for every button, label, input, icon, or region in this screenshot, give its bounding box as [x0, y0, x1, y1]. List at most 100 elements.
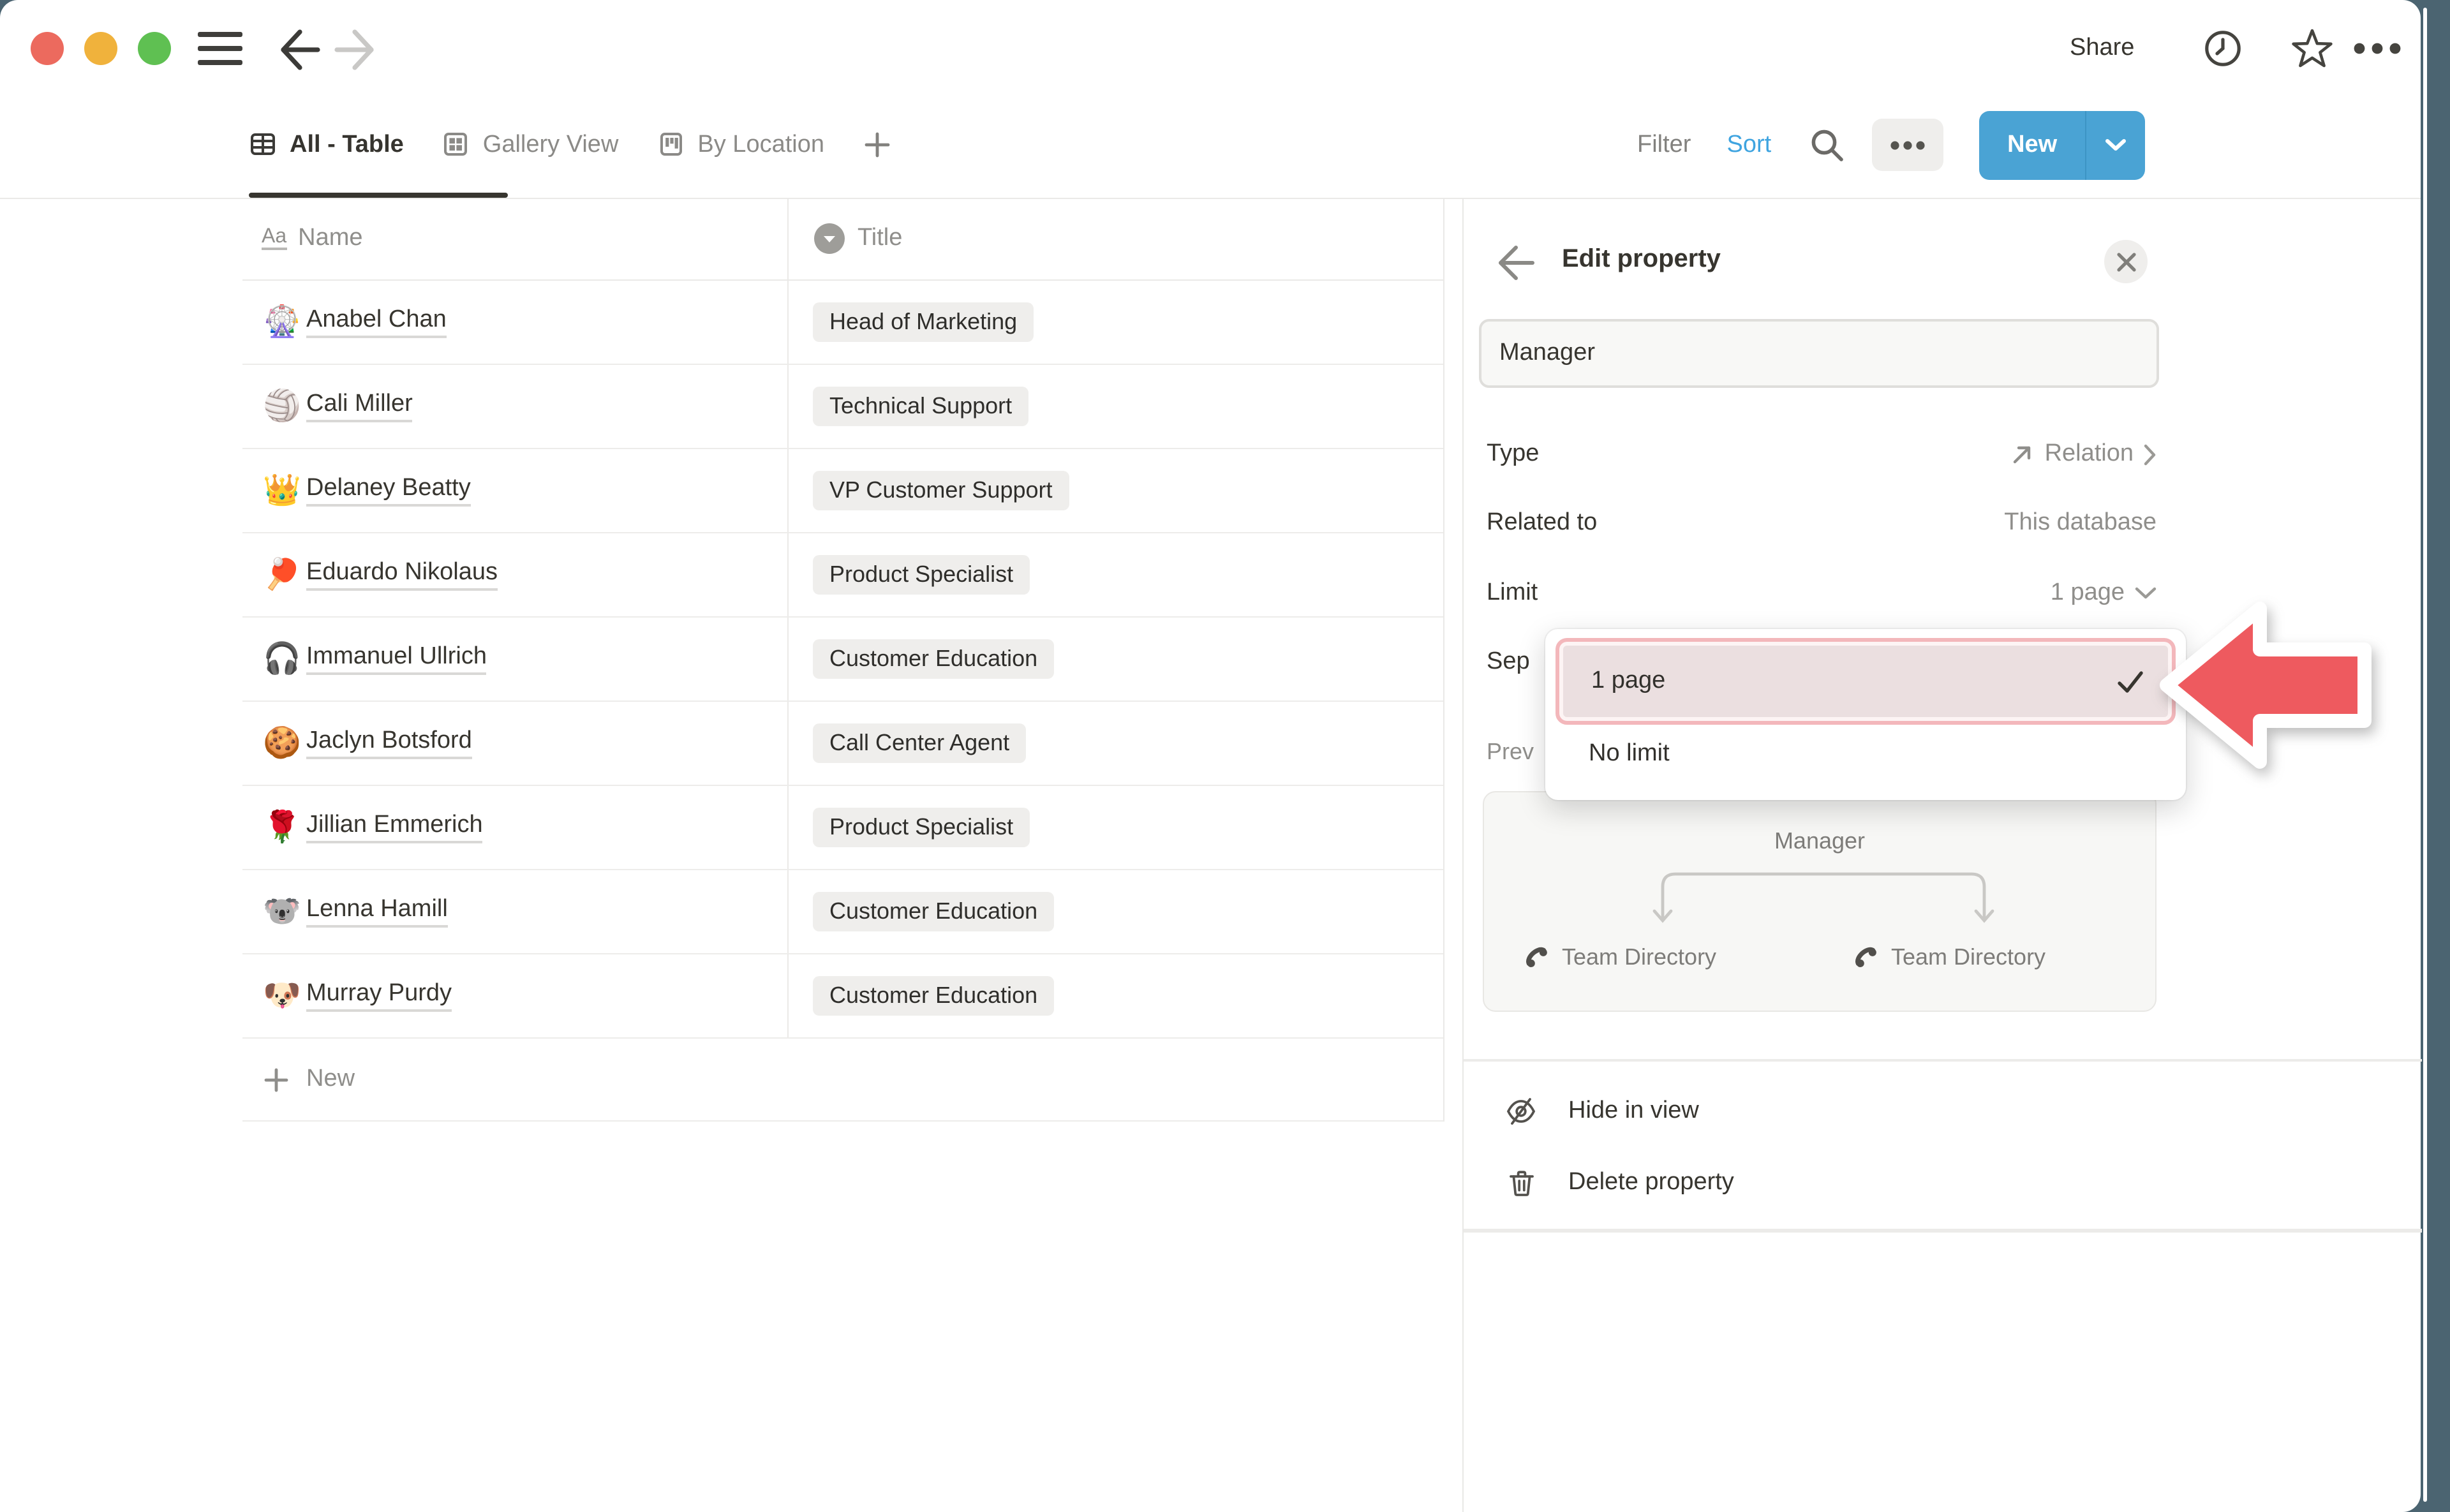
trash-icon — [1502, 1167, 1540, 1199]
page-emoji: 🎡 — [263, 304, 306, 341]
gallery-view-icon — [442, 130, 471, 159]
column-label: Name — [298, 225, 362, 253]
page-emoji: 🐨 — [263, 893, 306, 930]
page-link[interactable]: Eduardo Nikolaus — [306, 559, 498, 591]
action-label: Delete property — [1568, 1169, 1734, 1197]
page-link[interactable]: Jillian Emmerich — [306, 812, 483, 843]
name-cell[interactable]: 🏓Eduardo Nikolaus — [242, 533, 787, 616]
new-row-label: New — [306, 1065, 355, 1093]
page-emoji: 🎧 — [263, 641, 306, 678]
add-view-button[interactable] — [863, 130, 892, 159]
table-row: 🐶Murray Purdy Customer Education — [242, 954, 1443, 1039]
select-tag: VP Customer Support — [813, 471, 1069, 510]
dropdown-option-no-limit[interactable]: No limit — [1589, 736, 1670, 772]
column-header-title[interactable]: Title — [787, 198, 1443, 279]
relation-preview-card: Manager Team Directory Team Directory — [1483, 791, 2157, 1012]
page-link[interactable]: Murray Purdy — [306, 980, 452, 1012]
title-cell[interactable]: VP Customer Support — [787, 449, 1443, 532]
name-cell[interactable]: 👑Delaney Beatty — [242, 449, 787, 532]
table-header: Aa Name Title — [242, 198, 1443, 281]
action-label: Hide in view — [1568, 1097, 1699, 1125]
select-tag: Technical Support — [813, 387, 1028, 426]
option-label: 1 page — [1591, 667, 1665, 695]
title-cell[interactable]: Product Specialist — [787, 533, 1443, 616]
field-value: This database — [2004, 509, 2157, 537]
name-cell[interactable]: 🎧Immanuel Ullrich — [242, 618, 787, 700]
panel-title: Edit property — [1562, 245, 1721, 274]
edit-property-panel: Edit property Type Relation Related to T… — [1462, 198, 2421, 1512]
search-icon[interactable] — [1809, 127, 1845, 163]
new-button-group: New — [1979, 110, 2145, 179]
tab-label: By Location — [697, 131, 824, 159]
clipped-field-label: Sep — [1487, 648, 1530, 676]
page-emoji: 🌹 — [263, 809, 306, 846]
page-link[interactable]: Lenna Hamill — [306, 896, 448, 928]
title-cell[interactable]: Customer Education — [787, 954, 1443, 1037]
name-cell[interactable]: 🎡Anabel Chan — [242, 281, 787, 364]
phone-icon — [1852, 943, 1880, 971]
preview-child: Team Directory — [1852, 943, 2045, 971]
annotation-arrow-icon — [2153, 597, 2382, 776]
tab-gallery-view[interactable]: Gallery View — [442, 130, 619, 159]
tab-all-table[interactable]: All - Table — [249, 130, 404, 159]
active-tab-underline — [249, 193, 508, 198]
name-cell[interactable]: 🐨Lenna Hamill — [242, 870, 787, 953]
property-name-input[interactable] — [1479, 319, 2159, 388]
name-cell[interactable]: 🍪Jaclyn Botsford — [242, 702, 787, 785]
select-tag: Customer Education — [813, 892, 1054, 931]
name-cell[interactable]: 🐶Murray Purdy — [242, 954, 787, 1037]
column-header-name[interactable]: Aa Name — [242, 198, 787, 279]
title-cell[interactable]: Product Specialist — [787, 786, 1443, 869]
background-window-edge — [2423, 8, 2426, 1502]
table-row: 🏓Eduardo Nikolaus Product Specialist — [242, 533, 1443, 618]
eye-off-icon — [1502, 1095, 1540, 1128]
page-link[interactable]: Immanuel Ullrich — [306, 643, 487, 675]
table-row: 🐨Lenna Hamill Customer Education — [242, 870, 1443, 954]
name-cell[interactable]: 🏐Cali Miller — [242, 365, 787, 448]
screen: Share All - Table — [0, 0, 2450, 1512]
title-cell[interactable]: Technical Support — [787, 365, 1443, 448]
title-cell[interactable]: Head of Marketing — [787, 281, 1443, 364]
dropdown-option-1-page[interactable]: 1 page — [1555, 638, 2176, 725]
hide-in-view-button[interactable]: Hide in view — [1464, 1087, 2178, 1136]
field-row-limit[interactable]: Limit 1 page — [1487, 575, 2157, 611]
page-emoji: 👑 — [263, 472, 306, 509]
page-link[interactable]: Cali Miller — [306, 390, 413, 422]
clipped-preview-label: Prev — [1487, 739, 1534, 766]
filter-button[interactable]: Filter — [1637, 131, 1691, 159]
new-row-button[interactable]: New — [242, 1039, 1443, 1122]
page-link[interactable]: Delaney Beatty — [306, 475, 471, 507]
column-label: Title — [858, 225, 902, 253]
select-tag: Product Specialist — [813, 555, 1030, 595]
new-button[interactable]: New — [1979, 110, 2086, 179]
field-row-related-to[interactable]: Related to This database — [1487, 505, 2157, 541]
tab-label: All - Table — [290, 131, 404, 159]
panel-back-icon[interactable] — [1492, 242, 1535, 283]
title-cell[interactable]: Customer Education — [787, 618, 1443, 700]
select-tag: Call Center Agent — [813, 723, 1026, 763]
tab-by-location[interactable]: By Location — [657, 130, 824, 159]
new-button-dropdown[interactable] — [2086, 110, 2145, 179]
view-tabs: All - Table Gallery View By Location — [249, 92, 892, 198]
select-tag: Head of Marketing — [813, 302, 1034, 342]
title-cell[interactable]: Customer Education — [787, 870, 1443, 953]
chevron-right-icon — [2144, 443, 2157, 465]
preview-connector — [1658, 864, 1989, 923]
view-options-button[interactable] — [1872, 119, 1943, 171]
page-link[interactable]: Jaclyn Botsford — [306, 727, 472, 759]
field-value: 1 page — [2051, 579, 2125, 607]
divider — [1464, 1229, 2422, 1233]
close-icon[interactable] — [2104, 240, 2148, 283]
field-value: Relation — [2010, 440, 2157, 468]
table-row: 🌹Jillian Emmerich Product Specialist — [242, 786, 1443, 870]
sort-button[interactable]: Sort — [1726, 131, 1771, 159]
table-row: 👑Delaney Beatty VP Customer Support — [242, 449, 1443, 533]
title-cell[interactable]: Call Center Agent — [787, 702, 1443, 785]
name-cell[interactable]: 🌹Jillian Emmerich — [242, 786, 787, 869]
chevron-down-icon — [2135, 587, 2157, 600]
select-tag: Customer Education — [813, 639, 1054, 679]
delete-property-button[interactable]: Delete property — [1464, 1159, 2178, 1207]
page-link[interactable]: Anabel Chan — [306, 306, 447, 338]
field-row-type[interactable]: Type Relation — [1487, 436, 2157, 472]
table-row: 🍪Jaclyn Botsford Call Center Agent — [242, 702, 1443, 786]
